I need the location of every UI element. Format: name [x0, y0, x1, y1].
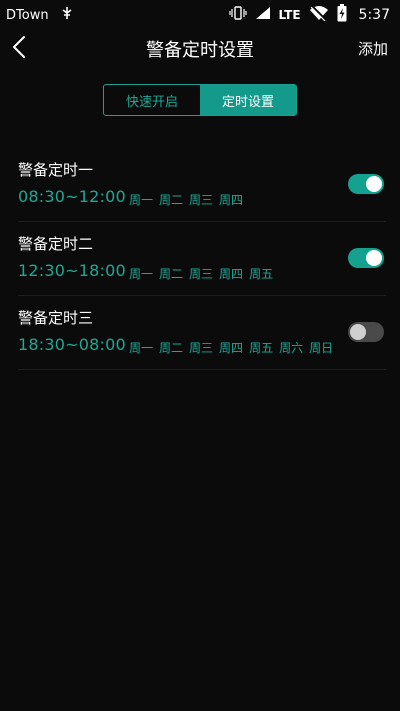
day-label: 周一	[129, 193, 154, 207]
day-label: 周一	[129, 341, 154, 355]
mode-tabs: 快速开启 定时设置	[103, 84, 297, 116]
carrier-label: DTown	[6, 7, 49, 23]
day-label: 周二	[159, 193, 184, 207]
network-type-label: LTE	[278, 8, 301, 22]
usb-icon	[61, 6, 73, 24]
schedule-time: 12:30~18:00	[18, 261, 126, 280]
battery-charging-icon	[337, 4, 347, 26]
schedule-days: 周一 周二 周三 周四 周五 周六 周日	[129, 339, 333, 356]
status-bar: DTown LTE 5:37	[0, 0, 400, 30]
add-button[interactable]: 添加	[358, 38, 388, 59]
tab-quick-start[interactable]: 快速开启	[104, 85, 200, 115]
day-label: 周二	[159, 267, 184, 281]
day-label: 周三	[189, 341, 214, 355]
schedule-time: 18:30~08:00	[18, 335, 126, 354]
schedule-time: 08:30~12:00	[18, 187, 126, 206]
day-label: 周六	[279, 341, 304, 355]
day-label: 周三	[189, 193, 214, 207]
app-header: 警备定时设置 添加	[0, 30, 400, 68]
schedule-name: 警备定时二	[18, 235, 94, 253]
toggle-knob	[366, 250, 382, 266]
day-label: 周一	[129, 267, 154, 281]
schedule-name: 警备定时一	[18, 161, 94, 179]
toggle-knob	[350, 324, 366, 340]
schedule-days: 周一 周二 周三 周四	[129, 191, 243, 208]
schedule-item[interactable]: 警备定时二 12:30~18:00 周一 周二 周三 周四 周五	[18, 222, 386, 296]
status-time: 5:37	[358, 7, 390, 23]
schedule-days: 周一 周二 周三 周四 周五	[129, 265, 273, 282]
tab-schedule-settings[interactable]: 定时设置	[200, 85, 296, 115]
signal-icon	[255, 6, 271, 24]
vibrate-icon	[228, 5, 247, 25]
day-label: 周日	[309, 341, 334, 355]
schedule-toggle[interactable]	[348, 248, 384, 268]
day-label: 周四	[219, 193, 244, 207]
day-label: 周三	[189, 267, 214, 281]
day-label: 周五	[249, 341, 274, 355]
schedule-name: 警备定时三	[18, 309, 94, 327]
day-label: 周四	[219, 267, 244, 281]
day-label: 周五	[249, 267, 274, 281]
schedule-list: 警备定时一 08:30~12:00 周一 周二 周三 周四 警备定时二 12:3…	[18, 148, 386, 370]
schedule-toggle[interactable]	[348, 322, 384, 342]
toggle-knob	[366, 176, 382, 192]
schedule-toggle[interactable]	[348, 174, 384, 194]
wifi-off-icon	[309, 5, 329, 25]
schedule-item[interactable]: 警备定时一 08:30~12:00 周一 周二 周三 周四	[18, 148, 386, 222]
day-label: 周二	[159, 341, 184, 355]
day-label: 周四	[219, 341, 244, 355]
page-title: 警备定时设置	[146, 40, 254, 61]
schedule-item[interactable]: 警备定时三 18:30~08:00 周一 周二 周三 周四 周五 周六 周日	[18, 296, 386, 370]
